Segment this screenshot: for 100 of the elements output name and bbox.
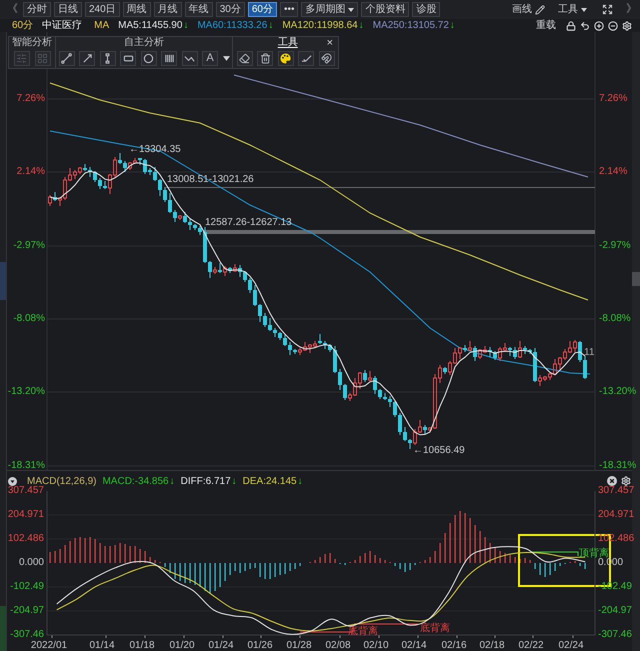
- axis-label: 2.14%: [599, 166, 628, 178]
- close-icon[interactable]: [607, 476, 617, 486]
- section-tab[interactable]: 工具: [278, 37, 298, 49]
- tools-dropdown[interactable]: 工具: [558, 3, 587, 16]
- date-label: 01/24: [208, 640, 234, 651]
- toolbar-button[interactable]: 诊股: [412, 2, 440, 17]
- axis-label: 0.000: [18, 558, 44, 568]
- trash-icon: [260, 53, 270, 64]
- settings-icon[interactable]: [622, 20, 632, 30]
- section-tab[interactable]: 自主分析: [124, 37, 164, 49]
- multi-period-dropdown[interactable]: 多周期图: [301, 2, 358, 17]
- period-tab[interactable]: 年线: [184, 2, 213, 17]
- axis-tick: [532, 634, 534, 638]
- axis-tick: [260, 634, 262, 638]
- circle-tool-button[interactable]: [140, 51, 156, 66]
- rising-candle: [233, 264, 237, 272]
- color-tool-button[interactable]: [278, 51, 294, 66]
- trend-arrow: ↓: [450, 19, 455, 32]
- period-tab[interactable]: 日线: [54, 2, 82, 17]
- more-button[interactable]: •••: [280, 2, 298, 17]
- axis-label: -102.49: [9, 582, 44, 592]
- lines-tool-button[interactable]: [161, 51, 177, 66]
- period-tab[interactable]: 60分: [248, 2, 277, 17]
- section-tab[interactable]: 智能分析: [12, 37, 52, 49]
- lock-icon[interactable]: [566, 20, 576, 30]
- axis-tick: [572, 634, 574, 638]
- eraser-icon: [239, 53, 250, 64]
- rising-candle: [48, 194, 52, 206]
- trend-arrow: ↓: [298, 474, 303, 488]
- falling-candle: [363, 370, 367, 382]
- date-label: 02/24: [558, 640, 584, 651]
- falling-candle: [443, 366, 447, 374]
- axis-tick: [456, 634, 458, 638]
- magnet-tool-button[interactable]: [318, 51, 334, 66]
- date-label: 01/14: [89, 640, 115, 651]
- collapse-icon[interactable]: [8, 476, 17, 486]
- zoom-in-icon[interactable]: [594, 20, 604, 30]
- price-label: ←10656.49: [413, 445, 465, 457]
- axis-label: -18.31%: [7, 460, 45, 472]
- falling-candle: [218, 262, 222, 274]
- moving-average-value: MA120:11998.64: [282, 19, 358, 32]
- date-label: 2022/01: [30, 640, 68, 651]
- settings-icon[interactable]: [621, 476, 631, 486]
- rising-candle: [223, 266, 227, 276]
- axis-label: 204.971: [7, 510, 44, 520]
- collapse-button[interactable]: 《: [7, 3, 18, 16]
- rectangle-tool-button[interactable]: [120, 51, 136, 66]
- delete-tool-button[interactable]: [257, 51, 273, 66]
- caret-icon[interactable]: [222, 56, 230, 61]
- zoom-out-icon[interactable]: [608, 20, 618, 30]
- wave-tool-button[interactable]: [182, 51, 198, 66]
- axis-label: 7.26%: [16, 93, 45, 105]
- line-segment-icon: [61, 53, 72, 64]
- reload-button[interactable]: 重载: [536, 19, 556, 32]
- undo-icon[interactable]: [580, 20, 590, 30]
- sliders-icon: [16, 53, 27, 64]
- axis-label: 2.14%: [16, 166, 45, 178]
- rising-candle: [368, 370, 372, 382]
- rising-candle: [468, 340, 472, 352]
- falling-candle: [423, 424, 427, 434]
- side-tab-edge: [0, 262, 6, 300]
- axis-label: -18.31%: [599, 460, 636, 472]
- text-tool-button[interactable]: A: [202, 51, 218, 66]
- indicator-value: DEA:24.145: [242, 474, 297, 488]
- date-label: 02/08: [325, 640, 351, 651]
- segment-tool-button[interactable]: [100, 51, 116, 66]
- draw-button[interactable]: 画线: [512, 3, 545, 16]
- eraser-tool-button[interactable]: [236, 51, 252, 66]
- index-name: 中证医疗: [42, 19, 82, 32]
- side-tab-edge: [0, 606, 6, 651]
- axis-label: 102.486: [7, 534, 44, 544]
- axis-label: -307.46: [598, 630, 632, 640]
- magnet-icon: [321, 53, 332, 64]
- side-toggle-button[interactable]: 》: [626, 3, 637, 16]
- period-tab[interactable]: 分时: [23, 2, 51, 17]
- scrollbar-thumb[interactable]: [632, 272, 640, 286]
- indicator-title: MACD(12,26,9): [27, 474, 96, 486]
- period-tab[interactable]: 月线: [154, 2, 182, 17]
- close-button[interactable]: ×: [326, 37, 333, 49]
- trend-arrow: ↓: [358, 19, 364, 32]
- diagonal-arrow-icon: [82, 53, 92, 64]
- toolbar-button[interactable]: 个股资料: [361, 2, 410, 17]
- date-label: 01/18: [129, 640, 155, 651]
- date-label: 01/20: [169, 640, 195, 651]
- trend-arrow: ↓: [170, 474, 175, 488]
- ray-tool-button[interactable]: [79, 51, 95, 66]
- axis-label: 204.971: [598, 510, 634, 520]
- date-label: 02/16: [441, 640, 467, 651]
- trend-arrow: ↓: [268, 19, 274, 32]
- expand-icon[interactable]: [602, 4, 613, 15]
- date-label: 02/14: [401, 640, 427, 651]
- period-tab[interactable]: 30分: [216, 2, 245, 17]
- divergence-label: 顶背离: [579, 549, 609, 559]
- axis-label: -8.08%: [599, 313, 631, 325]
- price-label: 12587.26-12627.13: [205, 217, 292, 229]
- line-tool-button[interactable]: [58, 51, 74, 66]
- period-tab[interactable]: 周线: [122, 2, 151, 17]
- angle-tool-button[interactable]: [298, 51, 314, 66]
- period-tab[interactable]: 240日: [85, 2, 120, 17]
- caret-icon: [581, 8, 587, 12]
